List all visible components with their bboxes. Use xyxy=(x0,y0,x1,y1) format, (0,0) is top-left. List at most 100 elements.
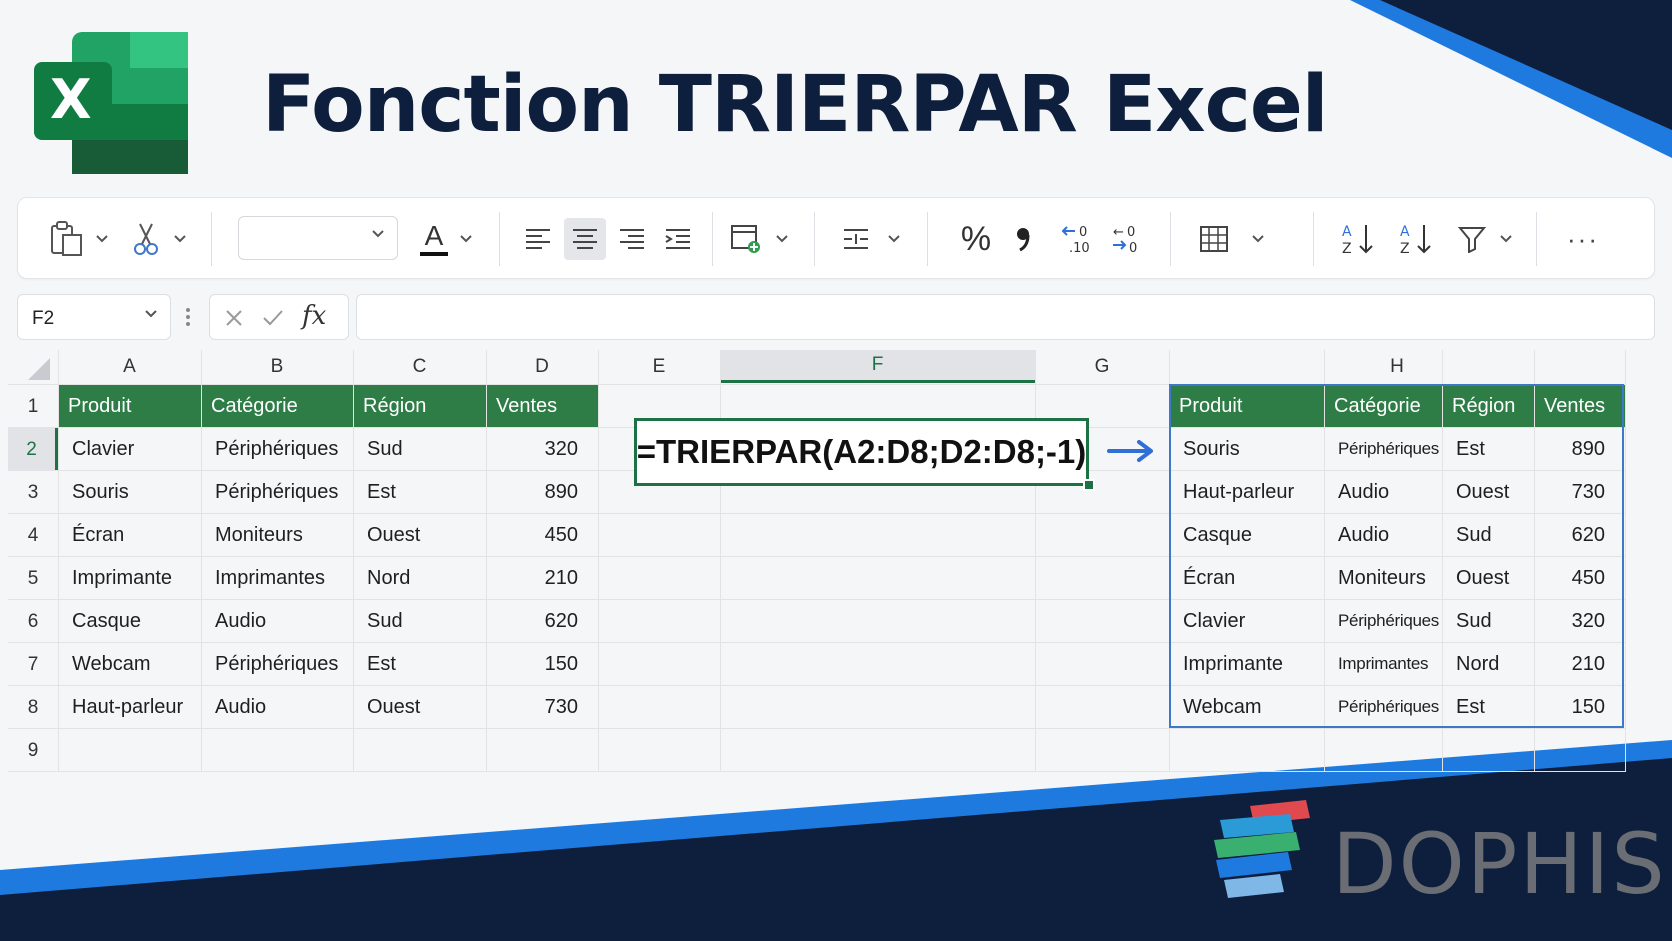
result_table-cell[interactable]: Webcam xyxy=(1170,686,1324,728)
source_table-cell[interactable]: Audio xyxy=(202,686,353,728)
row-header-2[interactable]: 2 xyxy=(8,428,58,471)
source_table-cell[interactable]: Audio xyxy=(202,600,353,642)
column-header-a[interactable]: A xyxy=(58,350,201,383)
result_table-cell[interactable]: Haut-parleur xyxy=(1170,471,1324,513)
source_table-cell[interactable]: Souris xyxy=(59,471,201,513)
source_table-cell[interactable]: Clavier xyxy=(59,428,201,470)
row-header-9[interactable]: 9 xyxy=(8,729,58,772)
insert-cells-icon[interactable] xyxy=(726,218,766,260)
source_table-cell[interactable]: Sud xyxy=(354,600,486,642)
row-header-6[interactable]: 6 xyxy=(8,600,58,643)
source_table-cell[interactable]: Ouest xyxy=(354,686,486,728)
result_table-cell[interactable]: 730 xyxy=(1535,471,1625,513)
result_table-cell[interactable]: Nord xyxy=(1443,643,1534,685)
more-icon[interactable]: ··· xyxy=(1558,218,1608,260)
result_table-cell[interactable]: Ouest xyxy=(1443,557,1534,599)
result_table-cell[interactable]: Ouest xyxy=(1443,471,1534,513)
column-header-d[interactable]: D xyxy=(486,350,598,383)
formula-input[interactable] xyxy=(356,294,1655,340)
enter-icon[interactable] xyxy=(262,308,284,328)
result_table-cell[interactable]: Écran xyxy=(1170,557,1324,599)
result_table-cell[interactable]: Casque xyxy=(1170,514,1324,556)
chevron-down-icon[interactable] xyxy=(884,218,904,260)
chevron-down-icon[interactable] xyxy=(1496,218,1516,260)
source_table-cell[interactable]: 150 xyxy=(487,643,598,685)
result_table-cell[interactable]: Imprimante xyxy=(1170,643,1324,685)
comma-icon[interactable] xyxy=(1008,218,1038,260)
sort-descending-icon[interactable]: AZ xyxy=(1394,218,1438,260)
result_table-cell[interactable]: 210 xyxy=(1535,643,1625,685)
column-header-e[interactable]: E xyxy=(598,350,720,383)
result_table-cell[interactable]: 890 xyxy=(1535,428,1625,470)
source_table-cell[interactable]: 450 xyxy=(487,514,598,556)
column-header-g[interactable]: G xyxy=(1035,350,1169,383)
row-header-3[interactable]: 3 xyxy=(8,471,58,514)
name-box[interactable]: F2 xyxy=(17,294,171,340)
source_table-cell[interactable]: Casque xyxy=(59,600,201,642)
column-header-b[interactable]: B xyxy=(201,350,353,383)
select-all-corner[interactable] xyxy=(28,358,50,380)
source_table-cell[interactable]: 320 xyxy=(487,428,598,470)
fill-handle[interactable] xyxy=(1083,479,1095,491)
source_table-cell[interactable]: Écran xyxy=(59,514,201,556)
column-header-c[interactable]: C xyxy=(353,350,486,383)
font-color-icon[interactable]: A xyxy=(414,218,454,260)
source_table-cell[interactable]: 210 xyxy=(487,557,598,599)
active-cell-formula[interactable]: =TRIERPAR(A2:D8;D2:D8;-1) xyxy=(634,418,1089,486)
source_table-cell[interactable]: Nord xyxy=(354,557,486,599)
result_table-cell[interactable]: Périphériques xyxy=(1325,600,1442,642)
source_table-cell[interactable]: Ouest xyxy=(354,514,486,556)
column-header-h[interactable]: H xyxy=(1169,350,1625,383)
sort-ascending-icon[interactable]: AZ xyxy=(1336,218,1380,260)
row-header-1[interactable]: 1 xyxy=(8,385,58,428)
result_table-cell[interactable]: 150 xyxy=(1535,686,1625,728)
result_table-cell[interactable]: Est xyxy=(1443,686,1534,728)
chevron-down-icon[interactable] xyxy=(170,218,190,260)
result_table-cell[interactable]: Moniteurs xyxy=(1325,557,1442,599)
chevron-down-icon[interactable] xyxy=(92,218,112,260)
result_table-cell[interactable]: 320 xyxy=(1535,600,1625,642)
row-header-7[interactable]: 7 xyxy=(8,643,58,686)
source_table-cell[interactable]: Webcam xyxy=(59,643,201,685)
percent-icon[interactable]: % xyxy=(956,218,996,260)
indent-icon[interactable] xyxy=(658,218,698,260)
result_table-cell[interactable]: 620 xyxy=(1535,514,1625,556)
source_table-cell[interactable]: Périphériques xyxy=(202,428,353,470)
column-header-f[interactable]: F xyxy=(720,350,1035,383)
increase-decimal-icon[interactable]: 0.10 xyxy=(1058,218,1098,260)
cut-icon[interactable] xyxy=(126,218,166,260)
result_table-cell[interactable]: Souris xyxy=(1170,428,1324,470)
source_table-cell[interactable]: Est xyxy=(354,643,486,685)
source_table-cell[interactable]: Est xyxy=(354,471,486,513)
drag-handle-icon[interactable] xyxy=(184,306,192,328)
filter-icon[interactable] xyxy=(1454,218,1490,260)
align-center-icon[interactable] xyxy=(564,218,606,260)
align-right-icon[interactable] xyxy=(612,218,652,260)
insert-function-icon[interactable]: fx xyxy=(302,301,326,331)
paste-icon[interactable] xyxy=(42,218,90,260)
result_table-cell[interactable]: Audio xyxy=(1325,471,1442,513)
source_table-cell[interactable]: Imprimante xyxy=(59,557,201,599)
source_table-cell[interactable]: Périphériques xyxy=(202,471,353,513)
font-name-dropdown[interactable] xyxy=(238,216,398,260)
source_table-cell[interactable]: 730 xyxy=(487,686,598,728)
cancel-icon[interactable] xyxy=(224,308,244,328)
source_table-cell[interactable]: 890 xyxy=(487,471,598,513)
row-header-5[interactable]: 5 xyxy=(8,557,58,600)
chevron-down-icon[interactable] xyxy=(1248,218,1268,260)
row-header-4[interactable]: 4 xyxy=(8,514,58,557)
align-left-icon[interactable] xyxy=(518,218,558,260)
chevron-down-icon[interactable] xyxy=(772,218,792,260)
result_table-cell[interactable]: 450 xyxy=(1535,557,1625,599)
source_table-cell[interactable]: Haut-parleur xyxy=(59,686,201,728)
chevron-down-icon[interactable] xyxy=(456,218,476,260)
spacing-icon[interactable] xyxy=(836,218,876,260)
borders-icon[interactable] xyxy=(1194,218,1234,260)
result_table-cell[interactable]: Périphériques xyxy=(1325,428,1442,470)
source_table-cell[interactable]: Périphériques xyxy=(202,643,353,685)
result_table-cell[interactable]: Imprimantes xyxy=(1325,643,1442,685)
source_table-cell[interactable]: Moniteurs xyxy=(202,514,353,556)
result_table-cell[interactable]: Sud xyxy=(1443,514,1534,556)
source_table-cell[interactable]: Imprimantes xyxy=(202,557,353,599)
result_table-cell[interactable]: Est xyxy=(1443,428,1534,470)
